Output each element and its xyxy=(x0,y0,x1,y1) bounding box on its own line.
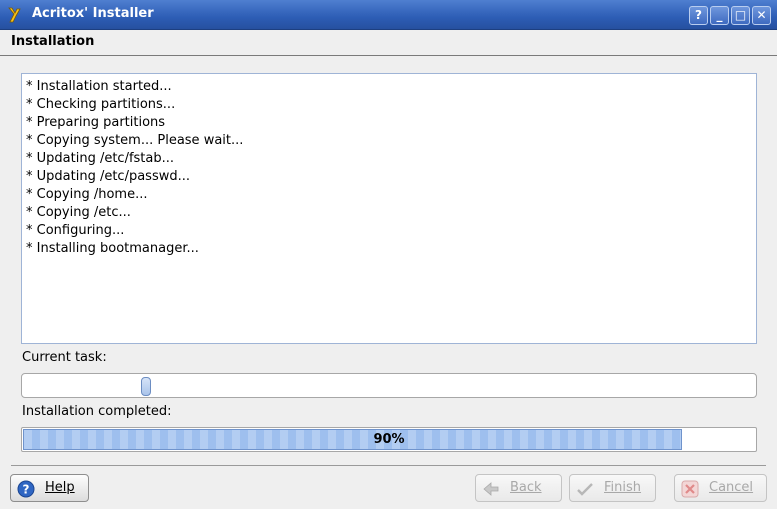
log-line: * Installation started... xyxy=(26,79,172,94)
log-line: * Configuring... xyxy=(26,223,125,238)
installation-log[interactable]: * Installation started... * Checking par… xyxy=(21,73,757,344)
current-task-label: Current task: xyxy=(22,350,107,365)
log-line: * Copying /home... xyxy=(26,187,148,202)
window-titlebar[interactable]: Acritox' Installer ? _ □ ✕ xyxy=(0,0,777,30)
window-minimize-button[interactable]: _ xyxy=(710,6,729,25)
log-line: * Updating /etc/fstab... xyxy=(26,151,175,166)
app-icon xyxy=(8,7,21,23)
cancel-button[interactable]: Cancel xyxy=(674,474,767,502)
window-help-button[interactable]: ? xyxy=(689,6,708,25)
finish-button[interactable]: Finish xyxy=(569,474,656,502)
button-separator xyxy=(11,465,766,466)
current-task-indicator xyxy=(141,377,151,396)
help-button-label: Help xyxy=(45,480,75,495)
current-task-progress xyxy=(21,373,757,398)
log-line: * Checking partitions... xyxy=(26,97,176,112)
help-icon: ? xyxy=(17,480,35,498)
log-line: * Copying system... Please wait... xyxy=(26,133,244,148)
window-maximize-button[interactable]: □ xyxy=(731,6,750,25)
log-line: * Copying /etc... xyxy=(26,205,131,220)
back-button-label: Back xyxy=(510,480,542,495)
installation-progress-bar: 90% xyxy=(21,427,757,452)
log-line: * Installing bootmanager... xyxy=(26,241,199,256)
installation-progress-percent: 90% xyxy=(373,432,405,447)
window-close-button[interactable]: ✕ xyxy=(752,6,771,25)
svg-text:?: ? xyxy=(23,483,30,497)
installation-completed-label: Installation completed: xyxy=(22,404,172,419)
window-title: Acritox' Installer xyxy=(32,6,154,21)
page-header: Installation xyxy=(0,30,777,56)
cancel-icon xyxy=(681,480,699,498)
help-button[interactable]: ? Help xyxy=(10,474,89,502)
page-title: Installation xyxy=(11,34,95,49)
back-button[interactable]: Back xyxy=(475,474,562,502)
log-line: * Preparing partitions xyxy=(26,115,166,130)
back-arrow-icon xyxy=(483,482,499,496)
cancel-button-label: Cancel xyxy=(709,480,754,495)
checkmark-icon xyxy=(577,483,593,496)
finish-button-label: Finish xyxy=(604,480,642,495)
log-line: * Updating /etc/passwd... xyxy=(26,169,190,184)
